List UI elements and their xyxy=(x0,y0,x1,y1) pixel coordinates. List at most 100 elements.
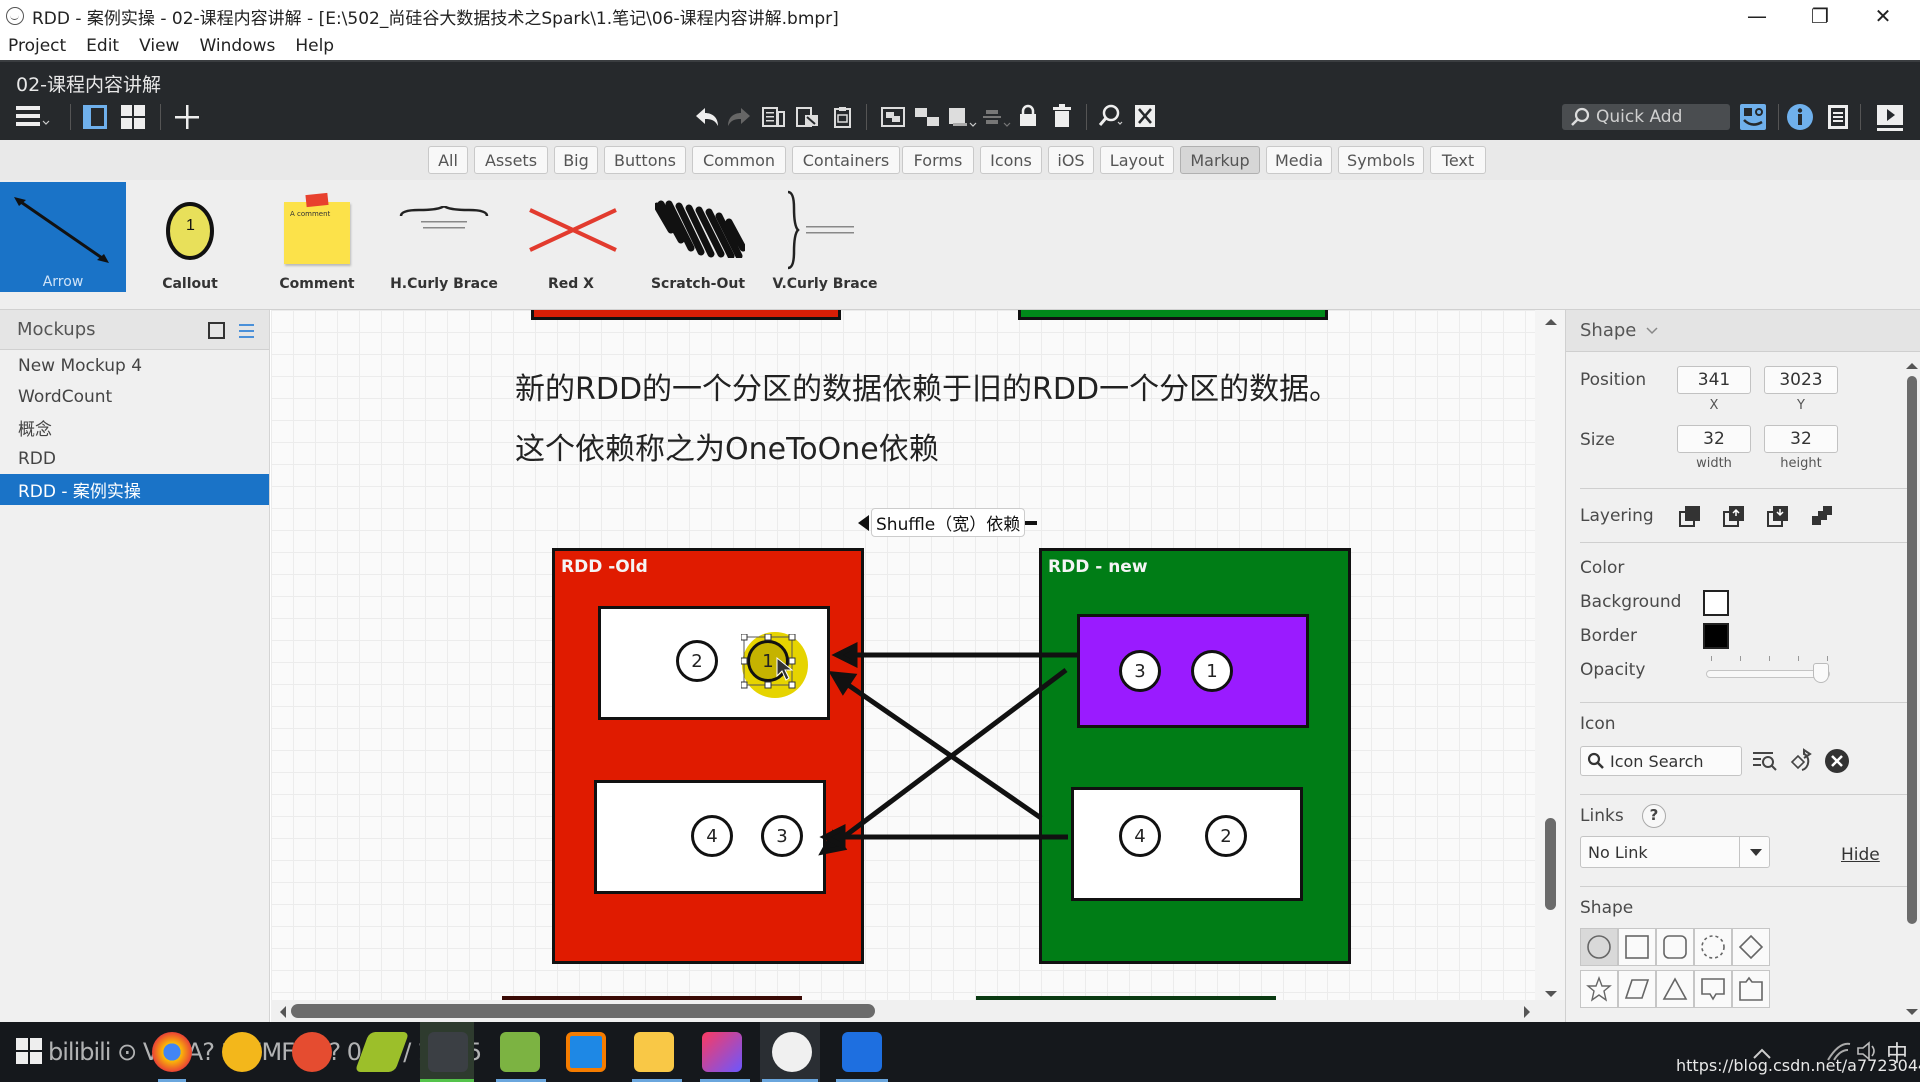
library-item-v-curly-brace[interactable]: V.Curly Brace xyxy=(762,182,888,292)
file-explorer-icon[interactable] xyxy=(634,1032,674,1072)
app-red-icon[interactable] xyxy=(292,1032,332,1072)
delete-icon[interactable] xyxy=(1052,104,1072,128)
shape-triangle-button[interactable] xyxy=(1656,970,1694,1008)
zoom-icon[interactable] xyxy=(1098,104,1126,128)
scroll-left-icon[interactable] xyxy=(279,1006,287,1018)
menu-windows[interactable]: Windows xyxy=(199,36,275,56)
tab-containers[interactable]: Containers xyxy=(792,146,900,174)
shape-dashed-circle-button[interactable] xyxy=(1694,928,1732,966)
paste-icon[interactable] xyxy=(832,106,854,128)
send-backward-icon[interactable] xyxy=(1766,504,1790,528)
sidebar-item-rdd-case[interactable]: RDD - 案例实操 xyxy=(0,474,269,505)
menu-edit[interactable]: Edit xyxy=(86,36,119,56)
canvas-vertical-scrollbar[interactable] xyxy=(1535,310,1565,1000)
tab-big[interactable]: Big xyxy=(554,146,598,174)
position-x-input[interactable]: 341 xyxy=(1677,366,1751,394)
vertical-scroll-thumb[interactable] xyxy=(1545,818,1556,910)
shape-parallelogram-button[interactable] xyxy=(1618,970,1656,1008)
library-item-red-x[interactable]: Red X xyxy=(508,182,634,292)
background-color-swatch[interactable] xyxy=(1703,590,1729,616)
chrome-icon[interactable] xyxy=(152,1032,192,1072)
shape-square-button[interactable] xyxy=(1618,928,1656,966)
shape-tab-box-button[interactable] xyxy=(1732,970,1770,1008)
tab-text[interactable]: Text xyxy=(1430,146,1486,174)
horizontal-scroll-thumb[interactable] xyxy=(291,1004,875,1018)
arrange-icon[interactable] xyxy=(948,106,978,130)
shape-circle-button[interactable] xyxy=(1580,928,1618,966)
clear-icon-button[interactable] xyxy=(1824,748,1850,774)
windows-start-icon[interactable] xyxy=(16,1038,44,1066)
add-icon[interactable] xyxy=(174,104,200,130)
tab-buttons[interactable]: Buttons xyxy=(604,146,686,174)
library-item-callout[interactable]: 1 Callout xyxy=(127,182,253,292)
tab-ios[interactable]: iOS xyxy=(1048,146,1094,174)
tab-common[interactable]: Common xyxy=(692,146,786,174)
balsamiq-icon[interactable] xyxy=(428,1032,468,1072)
position-y-input[interactable]: 3023 xyxy=(1764,366,1838,394)
bring-forward-icon[interactable] xyxy=(1722,504,1746,528)
list-view-icon[interactable] xyxy=(238,322,256,340)
scroll-right-icon[interactable] xyxy=(1523,1006,1531,1018)
close-button[interactable]: ✕ xyxy=(1853,0,1913,32)
quick-add-input[interactable]: Quick Add xyxy=(1562,104,1730,130)
width-input[interactable]: 32 xyxy=(1677,425,1751,453)
tab-media[interactable]: Media xyxy=(1266,146,1332,174)
tab-symbols[interactable]: Symbols xyxy=(1338,146,1424,174)
fullscreen-icon[interactable] xyxy=(1134,104,1156,128)
intellij-icon[interactable] xyxy=(702,1032,742,1072)
hide-link[interactable]: Hide xyxy=(1841,845,1880,865)
copy-icon[interactable] xyxy=(762,106,786,128)
link-dropdown[interactable]: No Link xyxy=(1580,836,1770,868)
tab-all[interactable]: All xyxy=(428,146,468,174)
grid-view-icon[interactable] xyxy=(120,104,146,130)
tab-icons[interactable]: Icons xyxy=(980,146,1042,174)
menu-view[interactable]: View xyxy=(139,36,179,56)
panel-scroll-up-icon[interactable] xyxy=(1906,362,1918,370)
mindfusion-icon[interactable] xyxy=(222,1032,262,1072)
tab-forms[interactable]: Forms xyxy=(902,146,974,174)
notepad-icon[interactable] xyxy=(500,1032,540,1072)
menu-help[interactable]: Help xyxy=(295,36,334,56)
group-icon[interactable] xyxy=(880,106,906,128)
height-input[interactable]: 32 xyxy=(1764,425,1838,453)
ungroup-icon[interactable] xyxy=(914,106,940,128)
panel-scroll-thumb[interactable] xyxy=(1907,376,1917,924)
shape-star-button[interactable] xyxy=(1580,970,1618,1008)
shape-callout-button[interactable] xyxy=(1694,970,1732,1008)
thumbnail-view-icon[interactable] xyxy=(208,322,226,340)
notes-icon[interactable] xyxy=(1826,104,1850,130)
icon-flip-icon[interactable] xyxy=(1788,748,1814,774)
opacity-slider[interactable] xyxy=(1706,663,1830,683)
library-item-arrow[interactable]: Arrow xyxy=(0,182,126,292)
browse-icons-icon[interactable] xyxy=(1752,750,1778,772)
align-icon[interactable] xyxy=(982,106,1012,130)
scroll-down-icon[interactable] xyxy=(1545,990,1557,998)
sidebar-item-wordcount[interactable]: WordCount xyxy=(0,381,269,412)
send-to-back-icon[interactable] xyxy=(1810,504,1834,528)
bring-to-front-icon[interactable] xyxy=(1678,504,1702,528)
opacity-slider-thumb[interactable] xyxy=(1813,663,1829,683)
mockup-canvas[interactable]: 新的RDD的一个分区的数据依赖于旧的RDD一个分区的数据。 这个依赖称之为One… xyxy=(271,310,1535,1000)
links-help-button[interactable]: ? xyxy=(1642,804,1666,828)
undo-icon[interactable] xyxy=(694,106,720,128)
info-icon[interactable] xyxy=(1786,103,1814,131)
tab-assets[interactable]: Assets xyxy=(474,146,548,174)
tab-layout[interactable]: Layout xyxy=(1100,146,1174,174)
presentation-icon[interactable] xyxy=(1876,104,1904,132)
single-panel-icon[interactable] xyxy=(82,104,108,130)
canvas-horizontal-scrollbar[interactable] xyxy=(271,1000,1565,1022)
scroll-up-icon[interactable] xyxy=(1545,318,1557,326)
smart-icon[interactable] xyxy=(1740,104,1766,130)
shape-rounded-button[interactable] xyxy=(1656,928,1694,966)
border-color-swatch[interactable] xyxy=(1703,623,1729,649)
library-item-scratch-out[interactable]: Scratch-Out xyxy=(635,182,761,292)
library-item-comment[interactable]: A comment Comment xyxy=(254,182,380,292)
minimize-button[interactable]: — xyxy=(1727,0,1787,32)
sidebar-item-rdd[interactable]: RDD xyxy=(0,443,269,474)
wps-icon[interactable] xyxy=(842,1032,882,1072)
icon-search-input[interactable]: Icon Search xyxy=(1580,746,1742,776)
redo-icon[interactable] xyxy=(726,106,752,128)
smiley-app-icon[interactable] xyxy=(772,1032,812,1072)
sidebar-item-concept[interactable]: 概念 xyxy=(0,412,269,443)
chevron-down-icon[interactable] xyxy=(1646,327,1658,335)
